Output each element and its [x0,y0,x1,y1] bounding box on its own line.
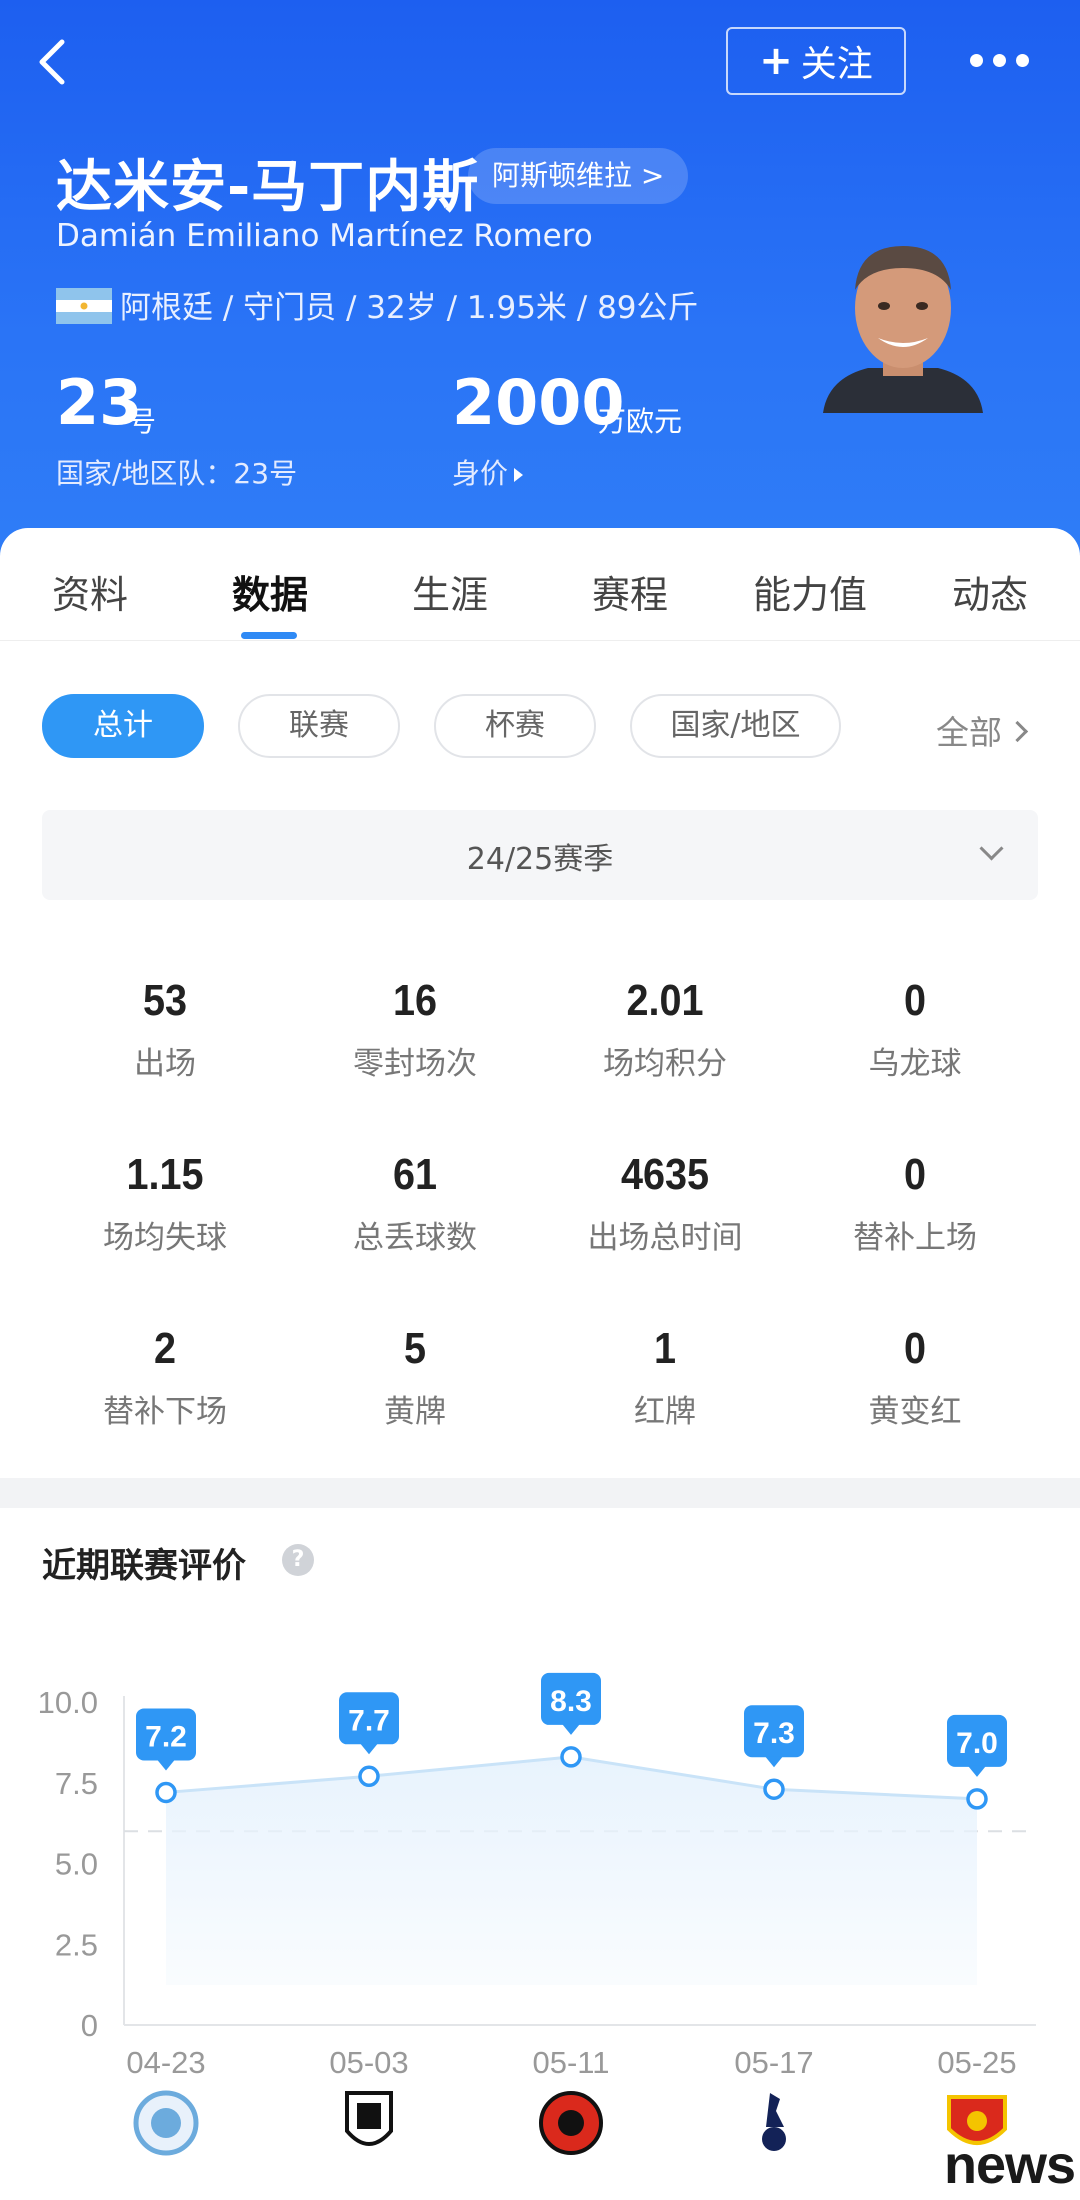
y-tick-label: 0 [81,2008,98,2043]
player-photo [823,246,983,413]
market-value-unit: 万欧元 [598,405,683,438]
season-selector[interactable]: 24/25赛季 [42,810,1038,900]
x-tick-label: 05-11 [533,2045,610,2080]
rating-label-pointer [360,1743,378,1755]
stat-second-yellow: 0 黄变红 [868,1324,962,1430]
rating-data-label: 7.7 [348,1704,390,1737]
rating-card: 近期联赛评价 ? 10.0 7.5 5.0 2.5 0 7.2 7.7 8.3 7.3 7.0 04… [0,1508,1080,2200]
stat-clean-sheets: 16 零封场次 [353,976,477,1082]
player-bio: 阿根廷 / 守门员 / 32岁 / 1.95米 / 89公斤 [120,290,699,326]
crest-detail [558,2110,584,2136]
rating-point [155,1781,177,1804]
back-arrow-icon[interactable] [30,30,80,90]
rating-point [966,1788,988,1810]
rating-data-label: 7.3 [753,1717,795,1750]
rating-label-pointer [562,1723,580,1735]
stat-minutes-played: 4635 出场总时间 [587,1150,743,1256]
filter-total[interactable]: 总计 [42,694,204,758]
x-tick-label: 04-23 [126,2045,205,2080]
rating-title: 近期联赛评价 [42,1546,246,1586]
filter-league[interactable]: 联赛 [238,694,400,758]
tab-data[interactable]: 数据 [180,564,360,619]
crest-detail [766,2093,784,2127]
follow-label: 关注 [800,44,873,85]
shirt-number-unit: 号 [128,405,157,438]
tab-profile[interactable]: 资料 [0,564,180,619]
tab-career[interactable]: 生涯 [360,564,540,619]
rating-point [358,1765,380,1788]
rating-area [166,1756,977,1985]
stat-red-cards: 1 红牌 [634,1324,696,1430]
stat-appearances: 53 出场 [134,976,196,1082]
filter-cup[interactable]: 杯赛 [434,694,596,758]
stat-sub-off: 2 替补下场 [103,1324,227,1430]
stat-own-goals: 0 乌龙球 [868,976,962,1082]
rating-chart: 10.0 7.5 5.0 2.5 0 7.2 7.7 8.3 7.3 7.0 04-23 05-03 0… [38,1672,1036,2156]
crest-detail [967,2111,987,2131]
national-team-number: 国家/地区队：23号 [56,457,298,490]
stat-sub-on: 0 替补上场 [853,1150,977,1256]
argentina-flag-icon [56,288,112,324]
rating-data-label: 8.3 [550,1685,592,1718]
all-filters-button[interactable]: 全部 [936,706,1029,754]
stat-points-per-game: 2.01 场均积分 [603,976,727,1082]
club-link[interactable]: 阿斯顿维拉 > [468,148,689,204]
player-name-cn: 达米安-马丁内斯 [56,155,480,220]
x-tick-label: 05-17 [734,2045,813,2080]
tab-schedule[interactable]: 赛程 [540,564,720,619]
stat-goals-conceded-per-game: 1.15 场均失球 [103,1150,227,1256]
crest-detail [357,2103,381,2129]
tab-ability[interactable]: 能力值 [720,564,900,619]
more-options-icon[interactable] [970,45,1040,75]
watermark: news [944,2135,1076,2195]
rating-label-pointer [765,1756,783,1768]
rating-point [560,1746,582,1768]
filter-national[interactable]: 国家/地区 [630,694,841,758]
x-tick-label: 05-03 [329,2045,408,2080]
stat-yellow-cards: 5 黄牌 [384,1324,446,1430]
active-tab-indicator [241,632,297,639]
y-tick-label: 7.5 [55,1766,98,1801]
help-icon[interactable]: ? [282,1544,314,1576]
crest-detail [151,2108,181,2138]
market-value-label: 身价 [452,457,509,490]
y-tick-label: 2.5 [55,1927,98,1962]
tottenham-crest-icon [762,2127,786,2151]
rating-label-pointer [968,1765,986,1777]
x-tick-label: 05-25 [937,2045,1016,2080]
y-tick-label: 10.0 [38,1685,98,1720]
plus-icon: + [759,38,793,84]
stat-total-goals-conceded: 61 总丢球数 [353,1150,477,1256]
tab-news[interactable]: 动态 [900,564,1080,619]
player-name-en: Damián Emiliano Martínez Romero [56,218,593,254]
follow-button[interactable]: + 关注 [726,27,906,95]
chevron-right-icon [1006,720,1029,743]
rating-data-label: 7.0 [956,1727,998,1760]
tab-bar: 资料 数据 生涯 赛程 能力值 动态 [0,528,1080,641]
all-filters-label: 全部 [936,713,1002,752]
stats-card: 资料 数据 生涯 赛程 能力值 动态 总计 联赛 杯赛 国家/地区 全部 24/… [0,528,1080,1478]
rating-point [763,1778,785,1800]
rating-label-pointer [157,1759,175,1771]
y-tick-label: 5.0 [55,1847,98,1882]
season-label: 24/25赛季 [466,842,614,877]
player-header: + 关注 达米安-马丁内斯 阿斯顿维拉 > Damián Emiliano Ma… [0,0,1080,560]
market-value-link[interactable]: 身价 [452,452,524,492]
rating-data-label: 7.2 [145,1720,187,1753]
play-arrow-icon [514,468,524,482]
